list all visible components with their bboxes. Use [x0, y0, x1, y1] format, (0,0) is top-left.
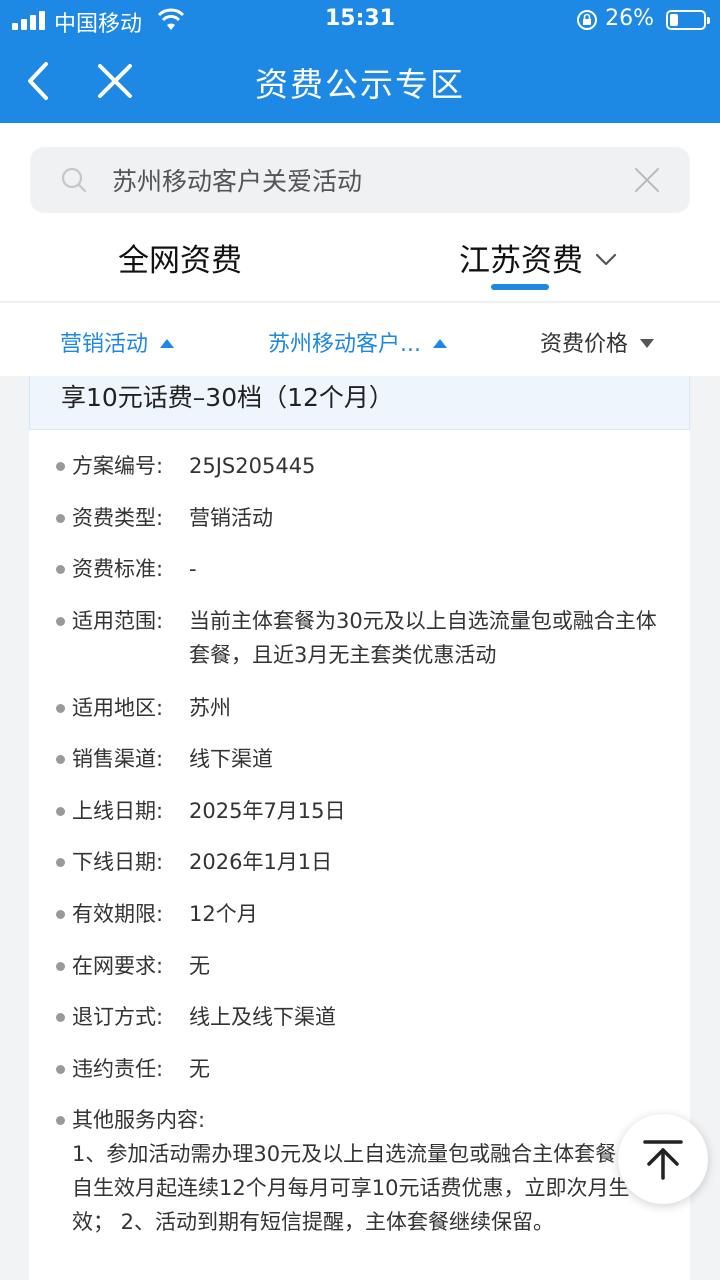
plan-card-body: 方案编号: 25JS205445 资费类型: 营销活动 资费标准: - 适用范围: 当前…	[29, 430, 690, 1280]
field-label: 有效期限:	[72, 902, 164, 926]
tab-jiangsu[interactable]: 江苏资费	[459, 235, 617, 280]
sort-up-icon	[160, 338, 175, 348]
field-value: 25JS205445	[189, 454, 316, 478]
field-label: 适用范围:	[72, 609, 164, 633]
filter-label: 苏州移动客户...	[268, 332, 421, 357]
rotation-lock-icon	[577, 10, 597, 30]
field-value: 2026年1月1日	[189, 850, 333, 874]
bullet-icon	[56, 462, 65, 471]
field-label: 其他服务内容:	[72, 1108, 206, 1132]
bullet-icon	[56, 1013, 65, 1022]
field-label: 方案编号:	[72, 454, 164, 478]
bullet-icon	[56, 807, 65, 816]
active-tab-indicator	[491, 284, 549, 290]
battery-percent: 26%	[605, 6, 654, 31]
plan-card-header: 享10元话费–30档（12个月）	[29, 376, 690, 430]
back-to-top-button[interactable]	[618, 1114, 708, 1204]
bullet-icon	[56, 858, 65, 867]
field-label: 下线日期:	[72, 850, 164, 874]
filter-label: 营销活动	[60, 332, 149, 357]
header-area: 全网资费 江苏资费	[0, 123, 720, 301]
field-label: 资费类型:	[72, 506, 164, 530]
sort-up-icon	[432, 338, 447, 348]
filter-price[interactable]: 资费价格	[540, 326, 655, 358]
field-value: 当前主体套餐为30元及以上自选流量包或融合主体套餐，且近3月无主套类优惠活动	[189, 609, 657, 667]
field-label: 销售渠道:	[72, 747, 164, 771]
field-value: 2025年7月15日	[189, 799, 346, 823]
search-input[interactable]	[112, 157, 612, 203]
field-label: 退订方式:	[72, 1005, 164, 1029]
bullet-icon	[56, 565, 65, 574]
bullet-icon	[56, 755, 65, 764]
field-label: 在网要求:	[72, 954, 164, 978]
filter-activity[interactable]: 苏州移动客户...	[268, 326, 447, 358]
arrow-up-icon	[643, 1140, 683, 1180]
tab-label: 江苏资费	[459, 243, 583, 279]
bullet-icon	[56, 1116, 65, 1125]
field-value: 线下渠道	[189, 747, 273, 771]
field-value: 苏州	[189, 696, 231, 720]
filter-bar: 营销活动 苏州移动客户... 资费价格	[0, 303, 720, 376]
bullet-icon	[56, 910, 65, 919]
chevron-down-icon	[595, 253, 617, 265]
plan-title: 享10元话费–30档（12个月）	[61, 383, 394, 412]
bullet-icon	[56, 1065, 65, 1074]
battery-icon	[666, 10, 710, 30]
field-value: 营销活动	[189, 506, 273, 530]
field-label: 上线日期:	[72, 799, 164, 823]
clear-search-icon[interactable]	[634, 167, 660, 193]
field-label: 违约责任:	[72, 1057, 164, 1081]
field-label: 适用地区:	[72, 696, 164, 720]
bullet-icon	[56, 617, 65, 626]
filter-label: 资费价格	[540, 332, 629, 357]
tab-label: 全网资费	[118, 243, 242, 279]
status-bar: 中国移动 15:31 26%	[0, 0, 720, 40]
field-label: 资费标准:	[72, 557, 164, 581]
bullet-icon	[56, 704, 65, 713]
search-bar	[30, 147, 690, 213]
bullet-icon	[56, 514, 65, 523]
field-value: 无	[189, 954, 210, 978]
field-value: 无	[189, 1057, 210, 1081]
field-value: 线上及线下渠道	[189, 1005, 336, 1029]
nav-bar: 资费公示专区	[0, 40, 720, 123]
tab-national[interactable]: 全网资费	[118, 235, 242, 280]
field-value: -	[189, 557, 197, 581]
bullet-icon	[56, 962, 65, 971]
other-services-text: 1、参加活动需办理30元及以上自选流量包或融合主体套餐，自生效月起连续12个月每…	[72, 1142, 638, 1234]
sort-down-icon	[640, 338, 655, 348]
field-value: 12个月	[189, 902, 258, 926]
filter-type[interactable]: 营销活动	[60, 326, 175, 358]
page-title: 资费公示专区	[255, 65, 465, 104]
search-icon	[61, 167, 87, 193]
